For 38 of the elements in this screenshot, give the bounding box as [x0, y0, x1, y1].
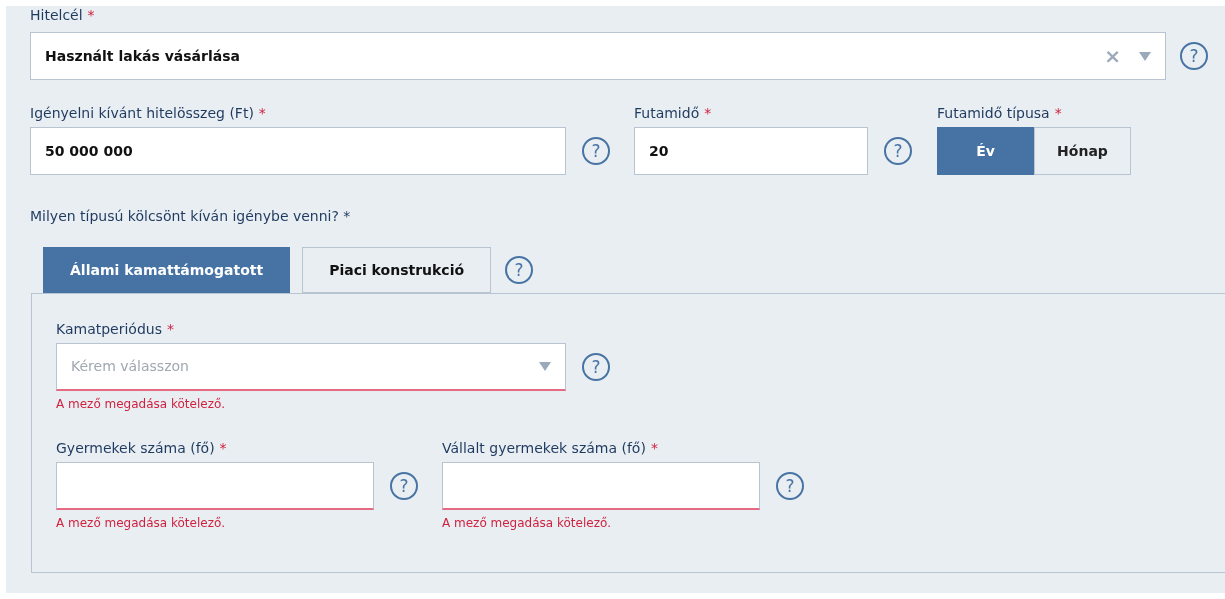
help-icon[interactable]: ?	[582, 137, 610, 165]
required-mark: *	[219, 439, 227, 457]
toggle-option[interactable]: Hónap	[1034, 127, 1131, 175]
required-mark: *	[704, 104, 712, 122]
help-icon[interactable]: ?	[505, 256, 534, 284]
error-message: A mező megadása kötelező.	[56, 397, 227, 411]
dropdown-arrow-icon[interactable]	[539, 362, 551, 371]
tab[interactable]: Állami kamattámogatott	[43, 247, 291, 293]
clear-icon[interactable]: ×	[1104, 41, 1121, 71]
field-label: Kamatperiódus	[56, 320, 162, 338]
input-field[interactable]	[442, 462, 760, 510]
field-label: Gyermekek száma (fő)	[56, 439, 215, 457]
field-label: Vállalt gyermekek száma (fő)	[442, 439, 646, 457]
input-field[interactable]: 50 000 000	[30, 127, 566, 175]
field-label: Futamidő	[634, 104, 700, 122]
required-mark: *	[1054, 104, 1062, 122]
help-icon[interactable]: ?	[884, 137, 912, 165]
select-field[interactable]: Használt lakás vásárlása ×	[30, 32, 1166, 80]
question-text: Milyen típusú kölcsönt kíván igénybe venni? *	[30, 207, 352, 226]
dropdown-arrow-icon[interactable]	[1139, 51, 1151, 61]
tab[interactable]: Piaci konstrukció	[302, 247, 492, 293]
field-label: Igényelni kívánt hitelösszeg (Ft)	[30, 104, 254, 122]
field-label: Futamidő típusa	[937, 104, 1050, 122]
input-field[interactable]: 20	[634, 127, 868, 175]
help-icon[interactable]: ?	[582, 353, 610, 381]
select-field[interactable]: Kérem válasszon	[56, 343, 566, 391]
toggle-option[interactable]: Év	[937, 127, 1034, 175]
help-icon[interactable]: ?	[390, 472, 418, 500]
help-icon[interactable]: ?	[1180, 42, 1208, 70]
required-mark: *	[87, 6, 95, 24]
error-message: A mező megadása kötelező.	[56, 516, 227, 530]
field-label: Hitelcél	[30, 6, 83, 24]
required-mark: *	[258, 104, 266, 122]
required-mark: *	[167, 320, 174, 338]
help-icon[interactable]: ?	[776, 472, 804, 500]
input-field[interactable]	[56, 462, 374, 510]
error-message: A mező megadása kötelező.	[442, 516, 613, 530]
required-mark: *	[650, 439, 658, 457]
